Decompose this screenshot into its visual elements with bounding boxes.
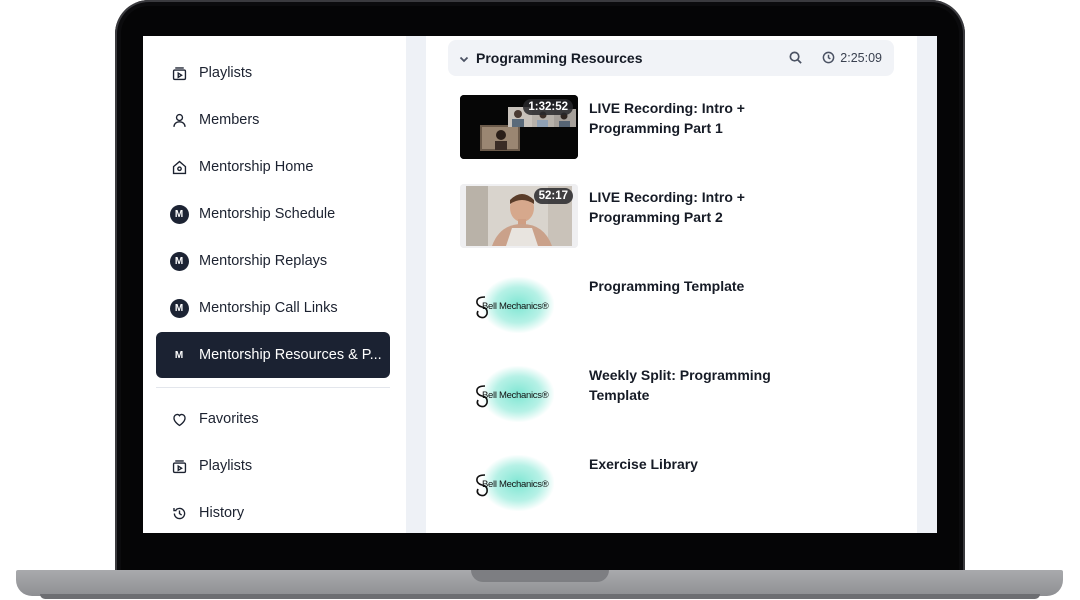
sidebar-item-mentorship-schedule[interactable]: M Mentorship Schedule xyxy=(156,192,390,236)
laptop-notch xyxy=(471,570,609,582)
sidebar-item-playlists-2[interactable]: Playlists xyxy=(156,444,390,488)
sidebar-divider xyxy=(156,387,390,388)
m-badge: M xyxy=(174,349,184,361)
m-badge-icon: M xyxy=(169,204,189,224)
sidebar-item-label: Mentorship Home xyxy=(199,159,314,175)
list-item[interactable]: Bell Mechanics® Weekly Split: Programmin… xyxy=(460,362,900,428)
lesson-title[interactable]: LIVE Recording: Intro + Programming Part… xyxy=(589,188,789,227)
sidebar-item-label: History xyxy=(199,505,245,521)
sidebar-item-mentorship-home[interactable]: Mentorship Home xyxy=(156,145,390,189)
sidebar-item-label: Favorites xyxy=(199,411,259,427)
sidebar-item-mentorship-resources[interactable]: M Mentorship Resources & P... xyxy=(156,332,390,378)
search-icon[interactable] xyxy=(788,50,804,66)
brand-thumbnail[interactable]: Bell Mechanics® xyxy=(460,362,578,426)
brand-thumbnail[interactable]: Bell Mechanics® xyxy=(460,451,578,515)
history-icon xyxy=(169,503,189,523)
sidebar: Playlists Members Mentorship Home M Ment… xyxy=(143,36,406,533)
lesson-title[interactable]: Weekly Split: Programming Template xyxy=(589,366,789,405)
video-thumbnail[interactable]: 52:17 xyxy=(460,184,578,248)
lesson-title[interactable]: Programming Template xyxy=(589,277,789,297)
list-item[interactable]: 52:17 LIVE Recording: Intro + Programmin… xyxy=(460,184,900,250)
lesson-title[interactable]: LIVE Recording: Intro + Programming Part… xyxy=(589,99,789,138)
brand-name: Bell Mechanics® xyxy=(482,390,549,401)
sidebar-item-mentorship-call-links[interactable]: M Mentorship Call Links xyxy=(156,286,390,330)
sidebar-item-label: Mentorship Schedule xyxy=(199,206,336,222)
m-badge-icon: M xyxy=(169,251,189,271)
sidebar-item-label: Members xyxy=(199,112,260,128)
playlist-icon xyxy=(169,63,189,83)
sidebar-item-label: Playlists xyxy=(199,65,253,81)
sidebar-item-label: Mentorship Replays xyxy=(199,253,328,269)
brand-name: Bell Mechanics® xyxy=(482,301,549,312)
screen: Playlists Members Mentorship Home M Ment… xyxy=(143,36,937,533)
m-badge-icon: M xyxy=(169,298,189,318)
m-badge: M xyxy=(169,298,189,318)
sidebar-item-mentorship-replays[interactable]: M Mentorship Replays xyxy=(156,239,390,283)
brand-name: Bell Mechanics® xyxy=(482,479,549,490)
list-item[interactable]: Bell Mechanics® Exercise Library xyxy=(460,451,900,517)
section-header[interactable]: Programming Resources 2:25:09 xyxy=(448,40,894,76)
sidebar-item-history[interactable]: History xyxy=(156,491,390,533)
home-icon xyxy=(169,157,189,177)
sidebar-item-label: Mentorship Call Links xyxy=(199,300,338,316)
m-badge: M xyxy=(169,204,189,224)
sidebar-item-playlists[interactable]: Playlists xyxy=(156,51,390,95)
duration-badge: 52:17 xyxy=(533,188,573,204)
chevron-down-icon[interactable] xyxy=(458,52,470,64)
section-title: Programming Resources xyxy=(476,50,643,66)
section-duration: 2:25:09 xyxy=(840,51,882,65)
lesson-title[interactable]: Exercise Library xyxy=(589,455,789,475)
brand-thumbnail[interactable]: Bell Mechanics® xyxy=(460,273,578,337)
video-thumbnail[interactable]: 1:32:52 xyxy=(460,95,578,159)
clock-icon xyxy=(822,51,836,65)
m-badge: M xyxy=(169,251,189,271)
list-item[interactable]: 1:32:52 LIVE Recording: Intro + Programm… xyxy=(460,95,900,161)
sidebar-item-label: Mentorship Resources & P... xyxy=(199,347,382,363)
playlist-icon xyxy=(169,456,189,476)
sidebar-item-favorites[interactable]: Favorites xyxy=(156,397,390,441)
duration-badge: 1:32:52 xyxy=(523,99,573,115)
sidebar-item-label: Playlists xyxy=(199,458,253,474)
laptop-base-shadow xyxy=(40,594,1040,599)
m-badge-icon: M xyxy=(169,345,189,365)
heart-icon xyxy=(169,409,189,429)
person-icon xyxy=(169,110,189,130)
main-content: Programming Resources 2:25:09 1:32:52 LI… xyxy=(426,36,917,533)
list-item[interactable]: Bell Mechanics® Programming Template xyxy=(460,273,900,339)
sidebar-item-members[interactable]: Members xyxy=(156,98,390,142)
